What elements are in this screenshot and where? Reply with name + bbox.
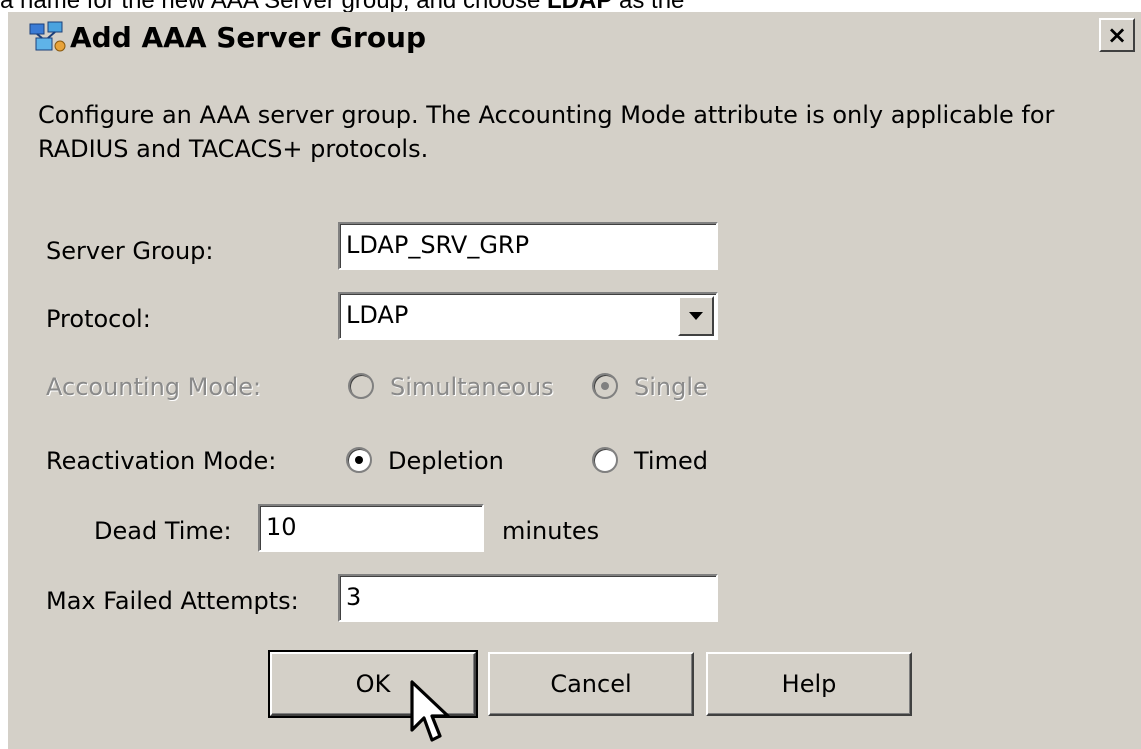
reactivation-mode-label: Reactivation Mode: (46, 447, 277, 475)
reactivation-depletion-label: Depletion (388, 447, 504, 475)
dialog-title: Add AAA Server Group (70, 21, 427, 54)
server-group-label: Server Group: (46, 237, 214, 265)
protocol-dropdown-button[interactable] (678, 296, 714, 336)
protocol-selected-value: LDAP (346, 301, 409, 329)
max-failed-attempts-label: Max Failed Attempts: (46, 587, 299, 615)
protocol-select[interactable]: LDAP (338, 292, 718, 340)
accounting-mode-label: Accounting Mode: (46, 373, 262, 401)
network-group-icon (28, 20, 68, 56)
radio-selected-dot (601, 382, 609, 390)
radio-selected-dot (355, 456, 363, 464)
reactivation-timed-radio[interactable] (592, 447, 618, 473)
max-failed-attempts-input[interactable]: 3 (338, 574, 718, 622)
dialog-description: Configure an AAA server group. The Accou… (38, 101, 1055, 163)
help-button[interactable]: Help (706, 652, 912, 716)
close-icon: × (1106, 21, 1128, 49)
accounting-single-label: Single (634, 373, 708, 401)
dead-time-input[interactable]: 10 (258, 504, 484, 552)
dead-time-label: Dead Time: (94, 517, 232, 545)
server-group-input[interactable]: LDAP_SRV_GRP (338, 222, 718, 270)
close-button[interactable]: × (1099, 18, 1135, 52)
accounting-single-radio[interactable] (592, 373, 618, 399)
protocol-label: Protocol: (46, 305, 151, 333)
accounting-simultaneous-radio[interactable] (348, 373, 374, 399)
reactivation-timed-label: Timed (634, 447, 708, 475)
chevron-down-icon (689, 312, 703, 320)
accounting-simultaneous-label: Simultaneous (390, 373, 554, 401)
dead-time-unit: minutes (502, 517, 600, 545)
reactivation-depletion-radio[interactable] (346, 447, 372, 473)
add-aaa-server-group-dialog: Add AAA Server Group × Configure an AAA … (0, 12, 1141, 749)
cancel-button[interactable]: Cancel (488, 652, 694, 716)
dialog-titlebar[interactable]: Add AAA Server Group × (8, 12, 1141, 64)
mouse-pointer-icon (410, 680, 450, 742)
